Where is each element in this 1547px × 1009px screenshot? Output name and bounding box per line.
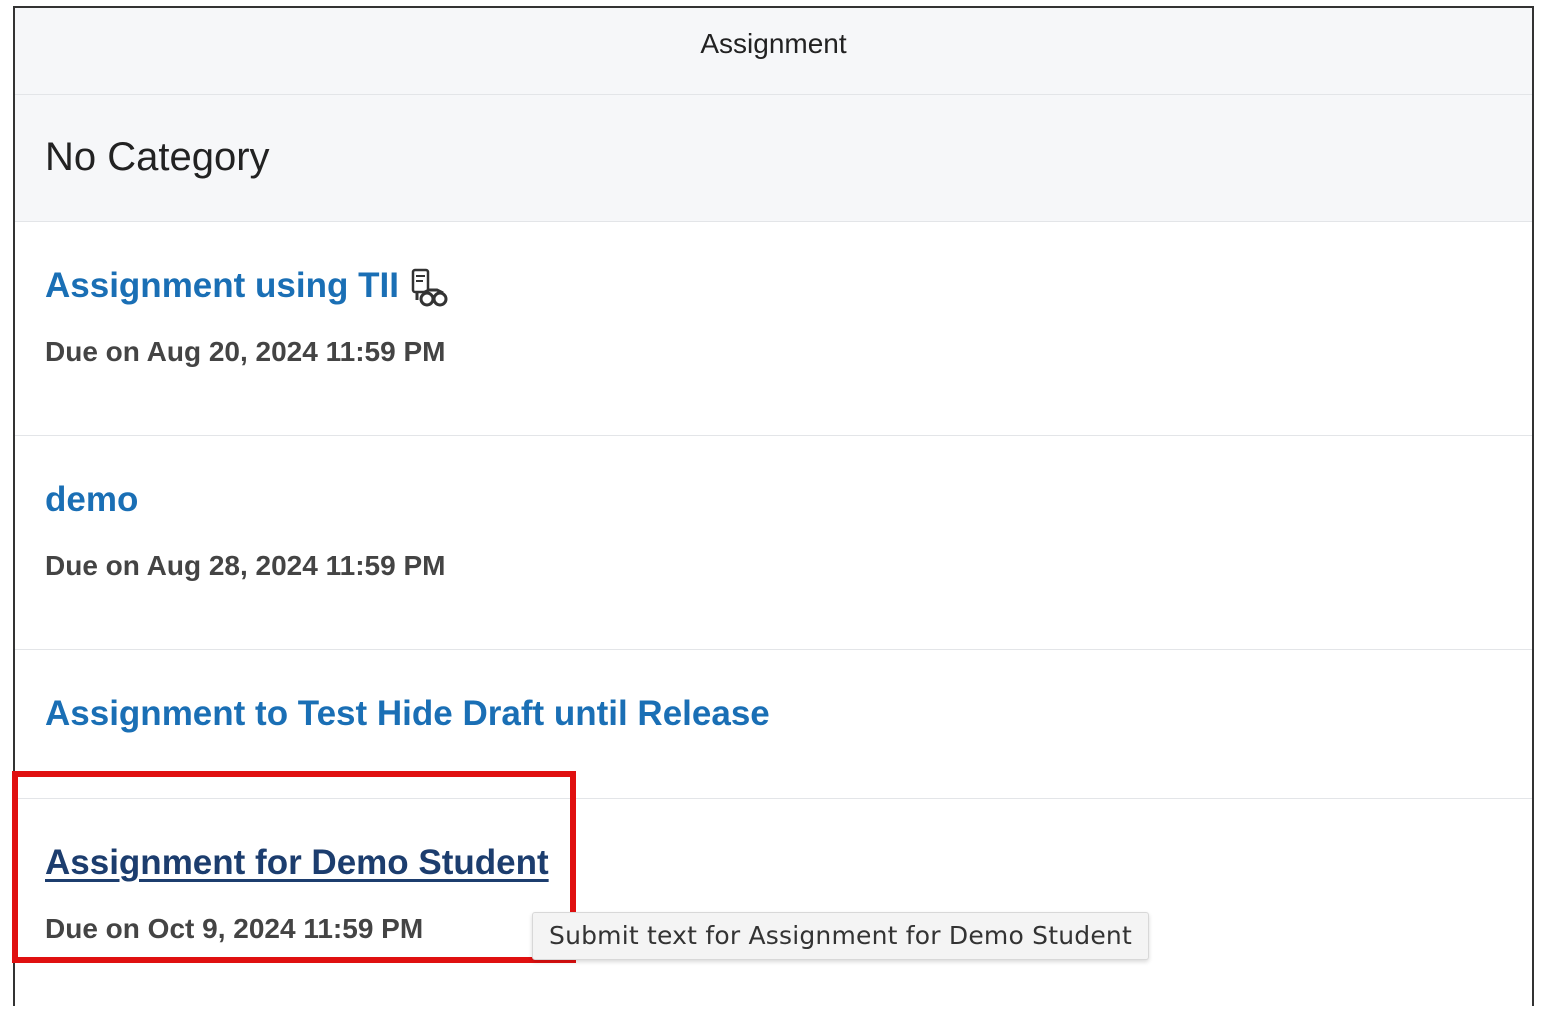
- assignment-row: Assignment using TII Due on Aug 20, 2024…: [15, 222, 1532, 436]
- category-header: No Category: [15, 95, 1532, 222]
- assignment-link-demo[interactable]: demo: [45, 480, 138, 520]
- link-tooltip: Submit text for Assignment for Demo Stud…: [532, 912, 1149, 960]
- due-date: Due on Aug 20, 2024 11:59 PM: [45, 336, 446, 367]
- due-date: Due on Oct 9, 2024 11:59 PM: [45, 913, 424, 944]
- turnitin-icon: [411, 268, 448, 307]
- assignment-row: Assignment for Demo Student Due on Oct 9…: [15, 799, 1532, 1009]
- category-title: No Category: [45, 135, 270, 179]
- due-date: Due on Aug 28, 2024 11:59 PM: [45, 550, 446, 581]
- column-header: Assignment: [15, 8, 1532, 95]
- assignment-link-hide-draft[interactable]: Assignment to Test Hide Draft until Rele…: [45, 694, 770, 734]
- assignment-list-panel: Assignment No Category Assignment using …: [13, 6, 1534, 1009]
- assignment-link-demo-student[interactable]: Assignment for Demo Student: [45, 843, 549, 883]
- column-header-title: Assignment: [700, 28, 847, 59]
- assignment-row: demo Due on Aug 28, 2024 11:59 PM: [15, 436, 1532, 650]
- assignment-link-tii[interactable]: Assignment using TII: [45, 266, 399, 306]
- assignment-row: Assignment to Test Hide Draft until Rele…: [15, 650, 1532, 799]
